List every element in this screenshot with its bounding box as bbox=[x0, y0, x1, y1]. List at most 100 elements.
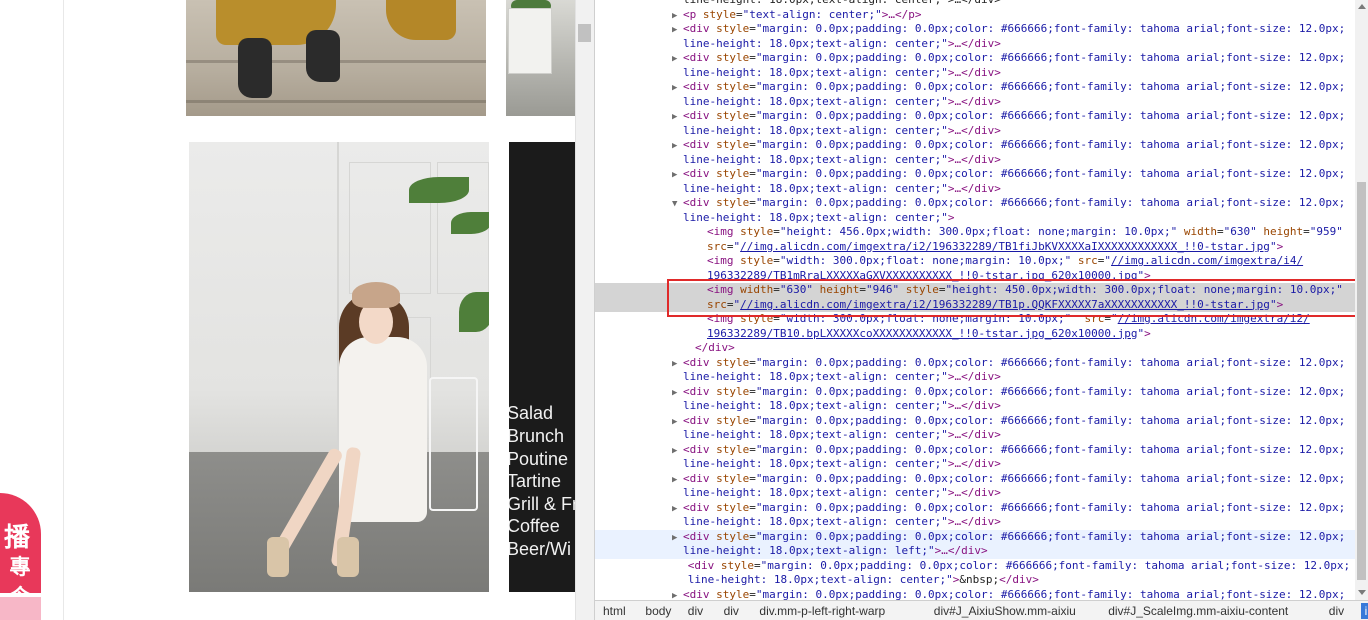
code-token: = bbox=[749, 471, 756, 485]
dom-tree-row[interactable]: line-height: 18.0px;text-align: center;"… bbox=[595, 37, 1355, 52]
dom-tree-row[interactable]: line-height: 18.0px;text-align: center;"… bbox=[595, 95, 1355, 110]
code-token: "959" bbox=[1309, 225, 1343, 238]
dom-tree-row[interactable]: ▶ <div style="margin: 0.0px;padding: 0.0p… bbox=[595, 138, 1355, 153]
breadcrumb-item[interactable]: div bbox=[684, 603, 707, 619]
code-token: >…</div> bbox=[947, 123, 1001, 137]
dom-tree-row[interactable]: line-height: 18.0px;text-align: center;"… bbox=[595, 211, 1355, 226]
dom-tree-row[interactable]: <div style="margin: 0.0px;padding: 0.0px… bbox=[595, 559, 1355, 574]
dom-tree-row[interactable]: ▶ <div style="margin: 0.0px;padding: 0.0p… bbox=[595, 443, 1355, 458]
breadcrumb-item[interactable]: div bbox=[720, 603, 743, 619]
dom-tree-row[interactable]: ▶ <div style="margin: 0.0px;padding: 0.0p… bbox=[595, 22, 1355, 37]
code-token: "margin: 0.0px;padding: 0.0px;color: #66… bbox=[755, 500, 1346, 514]
code-token: >…</div> bbox=[947, 94, 1001, 108]
dom-tree-row[interactable]: <img style="width: 300.0px;float: none;m… bbox=[595, 254, 1355, 269]
code-token: "text-align: center;" bbox=[742, 7, 882, 21]
breadcrumb-item[interactable]: html bbox=[599, 603, 630, 619]
expand-triangle-icon[interactable]: ▶ bbox=[672, 81, 683, 95]
code-token: <div bbox=[683, 413, 717, 427]
dom-tree-row[interactable]: line-height: 18.0px;text-align: center;"… bbox=[595, 573, 1355, 588]
dom-tree-row[interactable]: ▶ <p style="text-align: center;">…</p> bbox=[595, 8, 1355, 23]
expand-triangle-icon[interactable]: ▶ bbox=[672, 168, 683, 182]
expand-triangle-icon[interactable]: ▶ bbox=[672, 357, 683, 371]
live-broadcast-badge[interactable]: 播 專令 bbox=[0, 493, 41, 620]
breadcrumb-item[interactable]: img bbox=[1360, 603, 1368, 619]
photo-leaf bbox=[451, 212, 489, 234]
code-token: = bbox=[749, 109, 756, 122]
dom-tree-row[interactable]: ▶ <div style="margin: 0.0px;padding: 0.0p… bbox=[595, 51, 1355, 66]
dom-tree-row[interactable]: line-height: 18.0px;text-align: center;"… bbox=[595, 124, 1355, 139]
dom-tree-row[interactable]: line-height: 18.0px;text-align: center;"… bbox=[595, 515, 1355, 530]
dom-tree-row[interactable]: ▶ <div style="margin: 0.0px;padding: 0.0p… bbox=[595, 80, 1355, 95]
expand-triangle-icon[interactable]: ▶ bbox=[672, 502, 683, 516]
breadcrumb-item[interactable]: body bbox=[641, 603, 675, 619]
expand-triangle-icon[interactable]: ▶ bbox=[672, 52, 683, 66]
page-divider bbox=[63, 0, 64, 620]
highlight-annotation-box bbox=[667, 279, 1367, 317]
dom-tree-row[interactable]: line-height: 18.0px;text-align: center;"… bbox=[595, 153, 1355, 168]
dom-tree-row[interactable]: line-height: 18.0px;text-align: left;">…… bbox=[595, 544, 1355, 559]
dom-tree-row[interactable]: line-height: 18.0px;text-align: center;"… bbox=[595, 0, 1355, 8]
dom-tree-row[interactable]: line-height: 18.0px;text-align: center;"… bbox=[595, 399, 1355, 414]
breadcrumb-item[interactable]: div bbox=[1325, 603, 1348, 619]
expand-triangle-icon[interactable]: ▶ bbox=[672, 9, 683, 23]
devtools-scrollbar[interactable] bbox=[1355, 0, 1368, 600]
code-token: style bbox=[716, 471, 750, 485]
expand-triangle-icon[interactable]: ▶ bbox=[672, 444, 683, 458]
dom-tree-row[interactable]: ▶ <div style="margin: 0.0px;padding: 0.0p… bbox=[595, 109, 1355, 124]
code-token: = bbox=[754, 558, 761, 572]
scroll-down-arrow-icon[interactable] bbox=[1358, 590, 1366, 595]
cafe-sign-line: Tartine bbox=[509, 471, 562, 491]
dom-tree-row[interactable]: ▶ <div style="margin: 0.0px;padding: 0.0p… bbox=[595, 356, 1355, 371]
cafe-sign-line: Poutine bbox=[509, 449, 569, 469]
dom-tree-row[interactable]: line-height: 18.0px;text-align: center;"… bbox=[595, 457, 1355, 472]
code-token: <div bbox=[683, 196, 717, 209]
page-scrollbar-thumb[interactable] bbox=[578, 24, 591, 42]
breadcrumb-item[interactable]: div#J_ScaleImg.mm-aixiu-content bbox=[1104, 603, 1292, 619]
code-token: style bbox=[702, 7, 736, 21]
src-link[interactable]: //img.alicdn.com/imgextra/i2/196332289/T… bbox=[740, 240, 1270, 253]
src-link[interactable]: 196332289/TB10.bpLXXXXXcoXXXXXXXXXXXX_!!… bbox=[707, 327, 1137, 340]
dom-tree-row[interactable]: line-height: 18.0px;text-align: center;"… bbox=[595, 428, 1355, 443]
dom-tree-row[interactable]: line-height: 18.0px;text-align: center;"… bbox=[595, 486, 1355, 501]
scroll-up-arrow-icon[interactable] bbox=[1358, 4, 1366, 9]
page-scrollbar[interactable] bbox=[575, 0, 595, 620]
dom-tree-row[interactable]: ▶ <div style="margin: 0.0px;padding: 0.0p… bbox=[595, 385, 1355, 400]
dom-tree-row[interactable]: ▶ <div style="margin: 0.0px;padding: 0.0p… bbox=[595, 414, 1355, 429]
dom-tree-row[interactable]: line-height: 18.0px;text-align: center;"… bbox=[595, 370, 1355, 385]
collapse-triangle-icon[interactable]: ▼ bbox=[672, 197, 683, 211]
devtools-scrollbar-thumb[interactable] bbox=[1357, 182, 1366, 580]
dom-tree-row[interactable]: 196332289/TB10.bpLXXXXXcoXXXXXXXXXXXX_!!… bbox=[595, 327, 1355, 342]
breadcrumb-item[interactable]: div.mm-p-left-right-warp bbox=[755, 603, 889, 619]
code-token: src bbox=[1077, 254, 1098, 267]
dom-tree-row[interactable]: ▶ <div style="margin: 0.0px;padding: 0.0p… bbox=[595, 501, 1355, 516]
breadcrumb-item[interactable]: div#J_AixiuShow.mm-aixiu bbox=[930, 603, 1080, 619]
dom-tree-row[interactable]: ▶ <div style="margin: 0.0px;padding: 0.0p… bbox=[595, 167, 1355, 182]
code-token: = bbox=[726, 239, 734, 253]
code-token: </div> bbox=[999, 573, 1039, 586]
dom-tree-row[interactable]: src= "//img.alicdn.com/imgextra/i2/196332… bbox=[595, 240, 1355, 255]
expand-triangle-icon[interactable]: ▶ bbox=[672, 386, 683, 400]
dom-tree-row[interactable]: line-height: 18.0px;text-align: center;"… bbox=[595, 182, 1355, 197]
code-token: src bbox=[707, 239, 727, 253]
code-token: = bbox=[749, 196, 756, 209]
code-token: >…</div> bbox=[947, 36, 1001, 50]
expand-triangle-icon[interactable]: ▶ bbox=[672, 23, 683, 37]
code-token: <div bbox=[683, 22, 717, 35]
photo-woman-white-coat bbox=[189, 142, 489, 592]
expand-triangle-icon[interactable]: ▶ bbox=[672, 110, 683, 124]
expand-triangle-icon[interactable]: ▶ bbox=[672, 531, 683, 545]
expand-triangle-icon[interactable]: ▶ bbox=[672, 139, 683, 153]
src-link[interactable]: //img.alicdn.com/imgextra/i4/ bbox=[1111, 254, 1303, 267]
dom-tree-row[interactable]: ▼ <div style="margin: 0.0px;padding: 0.0p… bbox=[595, 196, 1355, 211]
dom-tree-row[interactable]: <img style="height: 456.0px;width: 300.0… bbox=[595, 225, 1355, 240]
expand-triangle-icon[interactable]: ▶ bbox=[672, 415, 683, 429]
dom-tree-row[interactable]: ▶ <div style="margin: 0.0px;padding: 0.0p… bbox=[595, 472, 1355, 487]
code-token: >…</div> bbox=[947, 181, 1001, 195]
dom-tree-row[interactable]: </div> bbox=[595, 341, 1355, 356]
expand-triangle-icon[interactable]: ▶ bbox=[672, 473, 683, 487]
code-token: "margin: 0.0px;padding: 0.0px;color: #66… bbox=[755, 471, 1346, 485]
code-token: "margin: 0.0px;padding: 0.0px;color: #66… bbox=[755, 355, 1346, 369]
dom-tree-row[interactable]: ▶ <div style="margin: 0.0px;padding: 0.0p… bbox=[595, 529, 1355, 545]
dom-tree-row[interactable]: line-height: 18.0px;text-align: center;"… bbox=[595, 66, 1355, 81]
